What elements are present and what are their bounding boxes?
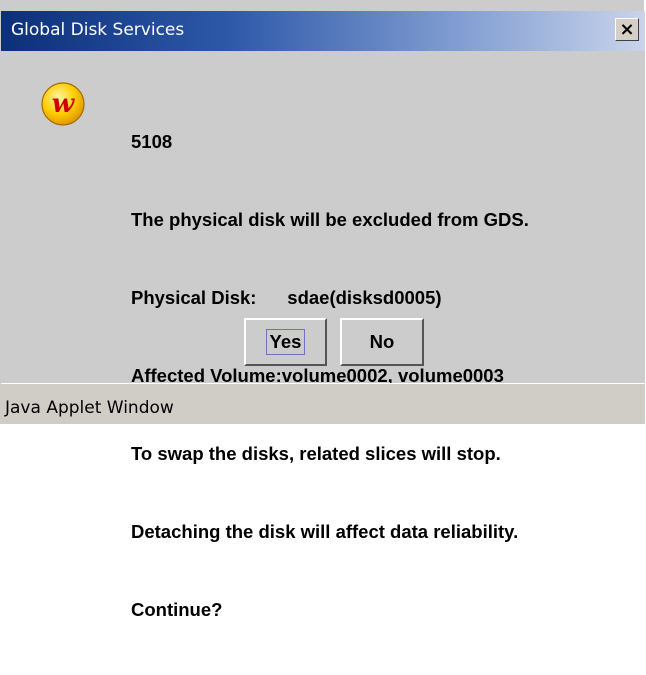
no-button[interactable]: No: [340, 318, 424, 366]
message-line: The physical disk will be excluded from …: [131, 209, 529, 230]
window-title: Global Disk Services: [11, 20, 185, 40]
message-line: Continue?: [131, 599, 223, 620]
dialog-window: Global Disk Services × w 5108 The physic…: [0, 0, 646, 620]
warning-icon: w: [40, 81, 86, 132]
title-bar[interactable]: Global Disk Services ×: [1, 11, 645, 51]
message-line: To swap the disks, related slices will s…: [131, 443, 501, 464]
message-line-code: 5108: [131, 131, 173, 152]
yes-button-label: Yes: [265, 329, 306, 355]
status-bar: Java Applet Window: [1, 383, 645, 424]
message-text: 5108 The physical disk will be excluded …: [131, 77, 529, 675]
message-line: Detaching the disk will affect data reli…: [131, 521, 519, 542]
close-button[interactable]: ×: [615, 18, 639, 41]
close-icon: ×: [619, 18, 635, 40]
warning-glyph: w: [52, 89, 76, 119]
no-button-label: No: [369, 331, 395, 352]
applet-warning-text: Java Applet Window: [5, 398, 174, 418]
yes-button[interactable]: Yes: [244, 318, 327, 366]
message-line: Physical Disk: sdae(disksd0005): [131, 287, 442, 308]
dialog-content: w 5108 The physical disk will be exclude…: [1, 51, 645, 620]
